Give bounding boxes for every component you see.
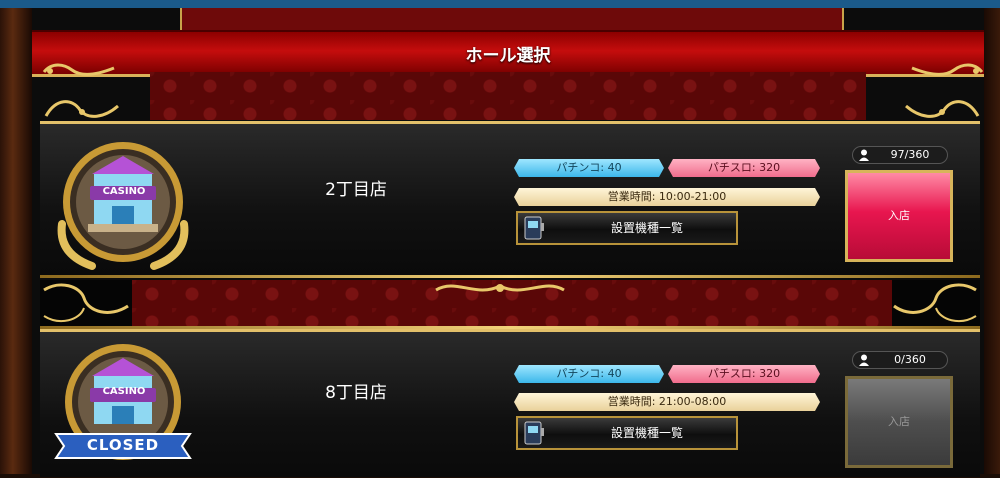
damask-panel-top	[150, 72, 866, 120]
user-icon	[859, 149, 869, 164]
enter-button[interactable]: 入店	[845, 170, 953, 262]
gold-flourish-right-lower	[893, 283, 977, 323]
pachislot-count-tag: パチスロ: 320	[668, 159, 820, 177]
top-arch	[180, 8, 844, 30]
divider-side-right	[892, 280, 980, 326]
occupancy-indicator: 0/360	[852, 351, 948, 369]
left-background	[0, 8, 32, 474]
pachinko-count-tag: パチンコ: 40	[514, 159, 664, 177]
title-bar: ホール選択	[32, 30, 984, 77]
enter-button-disabled[interactable]: 入店	[845, 376, 953, 468]
machine-list-label: 設置機種一覧	[610, 221, 683, 235]
closed-label: CLOSED	[86, 436, 160, 454]
machine-list-button[interactable]: 設置機種一覧	[516, 211, 738, 245]
business-hours: 営業時間: 21:00-08:00	[514, 393, 820, 411]
hall-name: 2丁目店	[325, 180, 387, 200]
top-strip	[0, 0, 1000, 8]
machine-list-label: 設置機種一覧	[610, 426, 683, 440]
casino-building-icon	[57, 142, 189, 270]
gold-flourish-right	[902, 96, 982, 122]
center-scroll-ornament	[432, 278, 568, 304]
occupancy-count: 0/360	[894, 353, 926, 366]
page-title: ホール選択	[465, 46, 551, 66]
badge-label: CASINO	[102, 386, 146, 397]
pachinko-count-tag: パチンコ: 40	[514, 365, 664, 383]
occupancy-count: 97/360	[890, 148, 930, 161]
machine-list-button[interactable]: 設置機種一覧	[516, 416, 738, 450]
occupancy-indicator: 97/360	[852, 146, 948, 164]
hall-name: 8丁目店	[325, 383, 387, 403]
badge-label: CASINO	[102, 186, 146, 197]
gold-scroll-ornament-left	[42, 62, 116, 78]
divider-side-left	[40, 280, 132, 326]
gold-flourish-left	[42, 96, 122, 122]
slot-machine-icon	[522, 215, 546, 244]
gold-scroll-ornament-right	[910, 62, 984, 78]
pachislot-count-tag: パチスロ: 320	[668, 365, 820, 383]
user-icon	[859, 354, 869, 369]
slot-machine-icon	[522, 420, 546, 449]
casino-badge: CASINO	[52, 134, 194, 276]
right-background	[984, 8, 1000, 474]
casino-badge-closed: CASINO CLOSED	[52, 340, 194, 478]
gold-flourish-left-lower	[43, 283, 129, 323]
business-hours: 営業時間: 10:00-21:00	[514, 188, 820, 206]
